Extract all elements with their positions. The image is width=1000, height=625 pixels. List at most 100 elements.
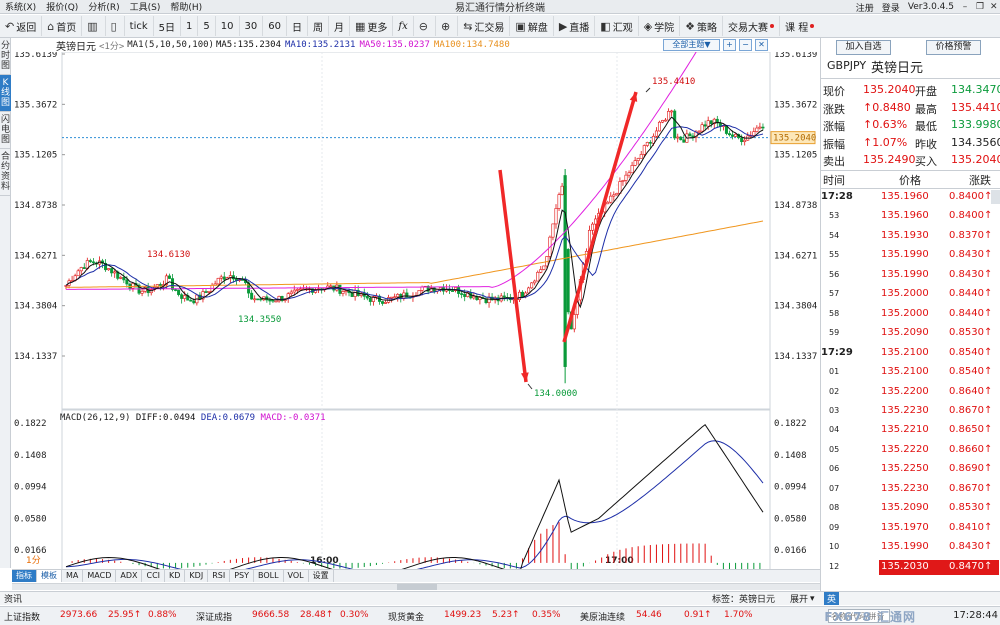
tab-flash[interactable]: 闪电图 <box>0 112 11 149</box>
expand-button[interactable]: 展开 <box>790 592 808 605</box>
menu-help[interactable]: 帮助(H) <box>165 0 207 13</box>
menu-tools[interactable]: 工具(S) <box>125 0 166 13</box>
tick-change: 0.8670↑ <box>949 404 993 416</box>
exchange-button[interactable]: ⇆ 汇交易 <box>458 16 511 36</box>
chart-zoom-in-button[interactable]: + <box>723 39 736 51</box>
menu-analysis[interactable]: 分析(R) <box>83 0 124 13</box>
minimize-button[interactable]: – <box>958 2 972 12</box>
tick-row[interactable]: 58 135.2000 0.8440↑ <box>821 307 1000 323</box>
tick-row[interactable]: 55 135.1990 0.8430↑ <box>821 248 1000 264</box>
tab-ma[interactable]: MA <box>62 570 84 582</box>
tick-time: 08 <box>829 503 840 513</box>
language-toggle[interactable]: 英 <box>824 592 840 605</box>
candle-body <box>706 120 710 127</box>
tick-row[interactable]: 01 135.2100 0.8540↑ <box>821 365 1000 381</box>
period-day[interactable]: 日 <box>287 16 308 36</box>
chart-zoom-out-button[interactable]: − <box>739 39 752 51</box>
tab-kdj[interactable]: KDJ <box>185 570 209 582</box>
tick-change: 0.8470↑ <box>949 560 993 572</box>
candle-button[interactable]: ▯ <box>106 16 125 36</box>
strategy-button[interactable]: ❖ 策略 <box>680 16 724 36</box>
tick-row[interactable]: 53 135.1960 0.8400↑ <box>821 209 1000 225</box>
live-button[interactable]: ▶ 直播 <box>554 16 596 36</box>
tick-row[interactable]: 54 135.1930 0.8370↑ <box>821 229 1000 245</box>
tab-adx[interactable]: ADX <box>116 570 143 582</box>
tab-timeshare[interactable]: 分时图 <box>0 38 11 75</box>
tick-row[interactable]: 05 135.2220 0.8660↑ <box>821 443 1000 459</box>
tick-row[interactable]: 03 135.2230 0.8670↑ <box>821 404 1000 420</box>
login-link[interactable]: 登录 <box>878 1 904 14</box>
register-link[interactable]: 注册 <box>852 1 878 14</box>
period-10min[interactable]: 10 <box>216 16 240 36</box>
price-tick-label-right: 135.6139 <box>774 52 817 60</box>
school-button[interactable]: ◈ 学院 <box>639 16 681 36</box>
tick-row[interactable]: 17:29 135.2100 0.8540↑ <box>821 346 1000 362</box>
expand-arrow-icon[interactable]: ▾ <box>810 594 815 604</box>
tick-row[interactable]: 57 135.2000 0.8440↑ <box>821 287 1000 303</box>
tab-macd[interactable]: MACD <box>83 570 117 582</box>
back-button[interactable]: ↶ 返回 <box>0 16 43 36</box>
home-button[interactable]: ⌂ 首页 <box>42 16 83 36</box>
tab-kd[interactable]: KD <box>165 570 186 582</box>
scroll-up-icon[interactable] <box>991 190 1000 204</box>
tick-row[interactable]: 10 135.1990 0.8430↑ <box>821 540 1000 556</box>
quote-value: 133.9980 <box>951 118 1000 132</box>
menu-system[interactable]: 系统(X) <box>0 0 41 13</box>
candle-body <box>621 180 625 182</box>
tick-row[interactable]: 12 135.2030 0.8470↑ <box>821 559 1000 576</box>
market-ticker[interactable]: 现货黄金 1499.23 5.23↑ 0.35% <box>388 610 566 623</box>
tick-row[interactable]: 56 135.1990 0.8430↑ <box>821 268 1000 284</box>
tab-contract[interactable]: 合约资料 <box>0 149 11 196</box>
scrollbar-thumb[interactable] <box>397 584 437 590</box>
tab-indicator[interactable]: 指标 <box>12 570 37 582</box>
contest-button[interactable]: 交易大赛 <box>723 16 781 36</box>
period-month[interactable]: 月 <box>329 16 350 36</box>
tick-row[interactable]: 59 135.2090 0.8530↑ <box>821 326 1000 342</box>
forex-view-button[interactable]: ◧ 汇观 <box>595 16 639 36</box>
menu-quote[interactable]: 报价(Q) <box>41 0 83 13</box>
col-change: 涨跌 <box>969 174 991 187</box>
price-alert-button[interactable]: 价格预警 <box>926 40 981 55</box>
horizontal-scrollbar[interactable] <box>12 583 820 590</box>
period-30min[interactable]: 30 <box>240 16 264 36</box>
maximize-button[interactable]: ❐ <box>972 2 986 12</box>
add-watchlist-button[interactable]: 加入自选 <box>836 40 891 55</box>
timeshare-button[interactable]: ▥ <box>82 16 106 36</box>
zoom-in-button[interactable]: ⊕ <box>436 16 459 36</box>
tab-boll[interactable]: BOLL <box>254 570 284 582</box>
tick-row[interactable]: 07 135.2230 0.8670↑ <box>821 482 1000 498</box>
period-week[interactable]: 周 <box>308 16 329 36</box>
period-5day[interactable]: 5日 <box>154 16 182 36</box>
chart-close-button[interactable]: ✕ <box>755 39 768 51</box>
candle-body <box>256 298 260 301</box>
market-ticker[interactable]: 美原油连续 54.46 0.91↑ 1.70% <box>580 610 758 623</box>
tick-row[interactable]: 06 135.2250 0.8690↑ <box>821 462 1000 478</box>
tick-row[interactable]: 17:28 135.1960 0.8400↑ <box>821 190 1000 206</box>
news-label[interactable]: 资讯 <box>4 592 22 605</box>
period-5min[interactable]: 5 <box>198 16 216 36</box>
period-60min[interactable]: 60 <box>263 16 287 36</box>
period-1min[interactable]: 1 <box>181 16 199 36</box>
zoom-out-button[interactable]: ⊖ <box>414 16 436 36</box>
kline-chart[interactable]: 135.6139 135.6139 135.3672 135.3672 135.1205… <box>12 52 820 569</box>
tab-psy[interactable]: PSY <box>230 570 254 582</box>
formula-button[interactable]: fx <box>393 16 414 36</box>
tab-settings[interactable]: 设置 <box>309 570 334 582</box>
tab-cci[interactable]: CCI <box>142 570 166 582</box>
theme-dropdown[interactable]: 全部主题▼ <box>663 39 720 51</box>
course-button[interactable]: 课 程 <box>780 16 819 36</box>
tick-button[interactable]: tick <box>125 16 154 36</box>
more-button[interactable]: ▦ 更多 <box>350 16 394 36</box>
market-ticker[interactable]: 深证成指 9666.58 28.48↑ 0.30% <box>196 610 374 623</box>
tab-vol[interactable]: VOL <box>284 570 309 582</box>
tick-row[interactable]: 08 135.2090 0.8530↑ <box>821 501 1000 517</box>
close-button[interactable]: ✕ <box>986 2 1000 12</box>
market-ticker[interactable]: 上证指数 2973.66 25.95↑ 0.88% <box>4 610 182 623</box>
interpret-button[interactable]: ▣ 解盘 <box>510 16 554 36</box>
tick-row[interactable]: 02 135.2200 0.8640↑ <box>821 385 1000 401</box>
tick-row[interactable]: 04 135.2210 0.8650↑ <box>821 423 1000 439</box>
tick-row[interactable]: 09 135.1970 0.8410↑ <box>821 521 1000 537</box>
tab-rsi[interactable]: RSI <box>208 570 231 582</box>
tab-kline[interactable]: K线图 <box>0 75 11 112</box>
tab-template[interactable]: 模板 <box>37 570 62 582</box>
